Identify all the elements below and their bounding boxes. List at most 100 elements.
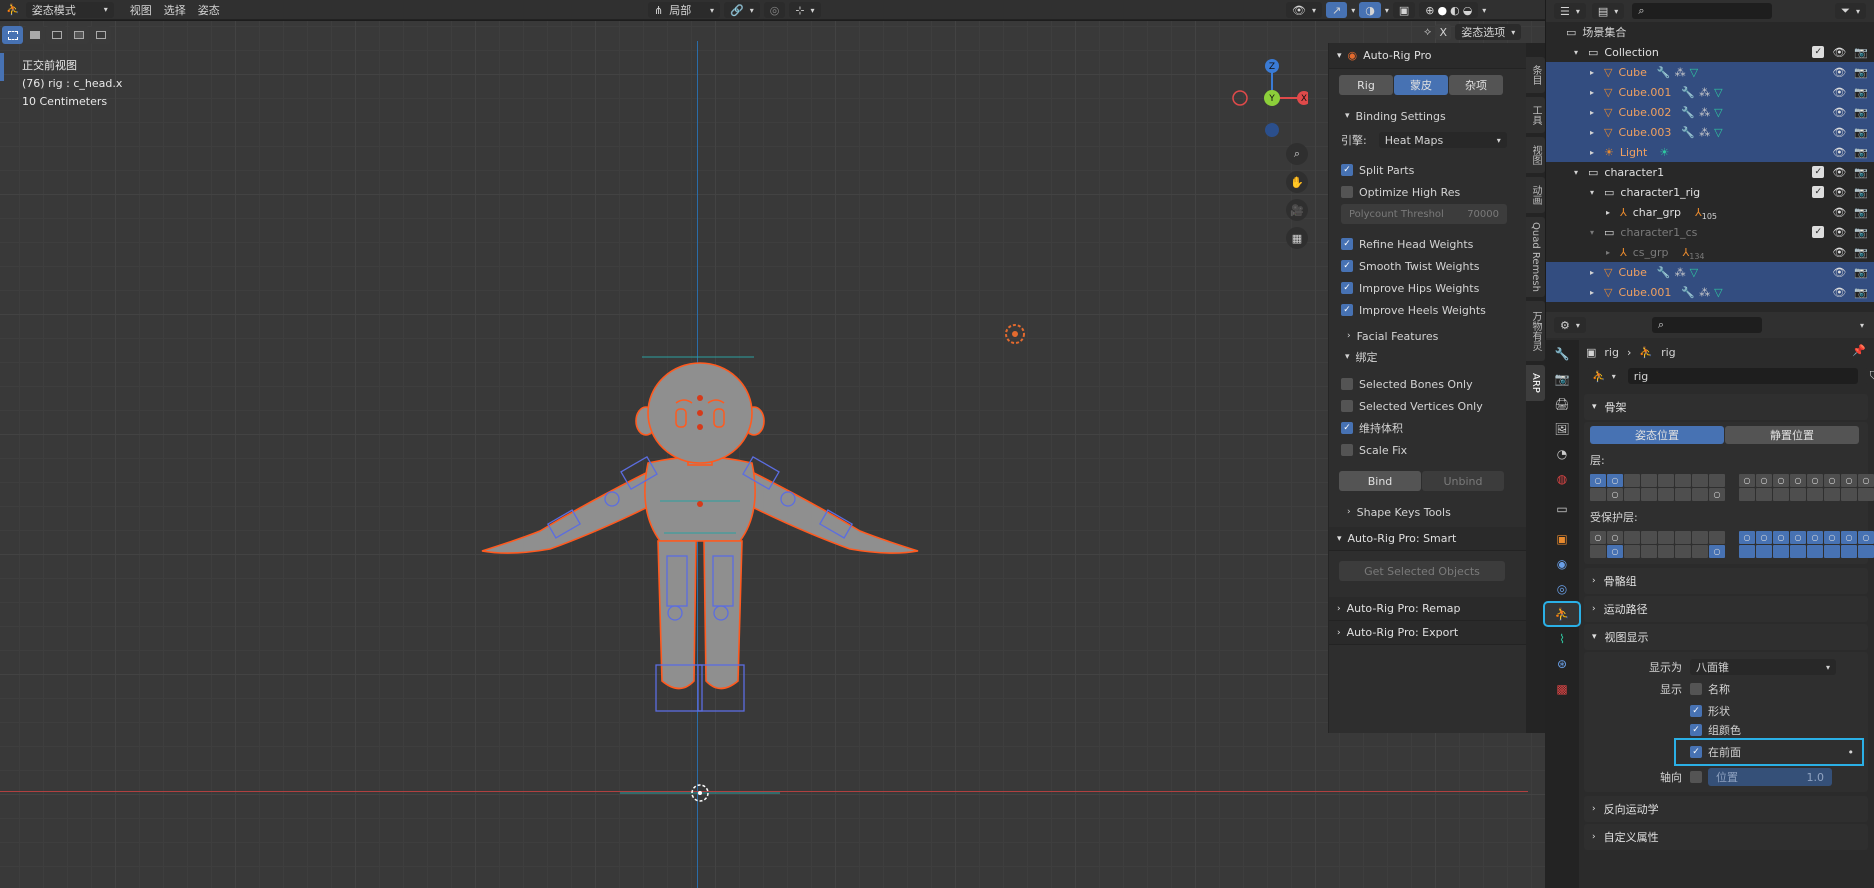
disclosure-icon[interactable]: ▸ (1590, 288, 1604, 297)
disclosure-icon[interactable]: ▸ (1590, 68, 1604, 77)
layer-cell[interactable] (1739, 545, 1755, 558)
layer-cell[interactable]: ○ (1773, 474, 1789, 487)
tab-quad-remesh[interactable]: Quad Remesh (1526, 217, 1545, 297)
tab-view[interactable]: 视图 (1526, 137, 1545, 173)
select-invert-icon[interactable] (68, 26, 89, 44)
improve-heels-checkbox[interactable]: ✓ Improve Heels Weights (1329, 299, 1526, 321)
properties-search[interactable]: ⌕ (1651, 317, 1762, 333)
gizmo-neg-x[interactable] (1232, 90, 1248, 106)
tool-tab-icon[interactable]: 🔧 (1550, 343, 1574, 365)
shape-keys-tools-header[interactable]: › Shape Keys Tools (1329, 501, 1526, 523)
arp-panel-header[interactable]: ▾ ◉ Auto-Rig Pro (1329, 43, 1526, 69)
layer-cell[interactable] (1675, 545, 1691, 558)
eye-icon[interactable]: 👁 (1832, 206, 1846, 219)
layer-cell[interactable] (1790, 545, 1806, 558)
optimize-high-res-checkbox[interactable]: Optimize High Res (1329, 181, 1526, 203)
view-layer-tab-icon[interactable]: 🖼 (1550, 418, 1574, 440)
selected-bones-only-checkbox[interactable]: Selected Bones Only (1329, 373, 1526, 395)
object-tab-icon[interactable]: ▣ (1550, 528, 1574, 550)
shading-buttons[interactable]: ⊕ ● ◐ ◒ (1419, 2, 1479, 18)
disclosure-icon[interactable]: ▸ (1590, 108, 1604, 117)
layer-cell[interactable] (1641, 545, 1657, 558)
menu-view[interactable]: 视图 (124, 1, 158, 19)
eye-icon[interactable]: 👁 (1832, 46, 1846, 59)
layer-cell[interactable] (1773, 545, 1789, 558)
engine-dropdown[interactable]: Heat Maps ▾ (1378, 132, 1507, 148)
eye-icon[interactable]: 👁 (1832, 166, 1846, 179)
scale-fix-checkbox[interactable]: Scale Fix (1329, 439, 1526, 461)
eye-icon[interactable]: 👁 (1832, 106, 1846, 119)
menu-pose[interactable]: 姿态 (192, 1, 226, 19)
collection-tab-icon[interactable]: ▭ (1550, 498, 1574, 520)
layer-cell[interactable]: ○ (1709, 545, 1725, 558)
visibility-dropdown[interactable]: 👁 ▾ (1286, 2, 1322, 18)
select-subtract-icon[interactable] (46, 26, 67, 44)
outliner-row[interactable]: ▾ ▭ Collection ✓ 👁 📷 (1546, 42, 1874, 62)
viewport-display-header[interactable]: ▾ 视图显示 (1584, 624, 1868, 650)
shapes-checkbox[interactable]: ✓ (1690, 705, 1702, 717)
eye-icon[interactable]: 👁 (1832, 226, 1846, 239)
3d-viewport[interactable]: 正交前视图 (76) rig : c_head.x 10 Centimeters… (0, 21, 1545, 888)
disclosure-icon[interactable]: ▾ (1590, 188, 1604, 197)
camera-icon[interactable]: 📷 (1854, 46, 1868, 59)
mirror-x-toggle[interactable]: X (1435, 24, 1452, 40)
protected-layers-grid[interactable]: ○ ○ ○ ○ ○ ○ ○ ○ ○ ○ ○ ○ (1590, 531, 1874, 558)
data-browse-dropdown[interactable]: ⛹ ▾ (1586, 368, 1622, 384)
outliner-row[interactable]: ▾ ▭ character1 ✓ 👁 📷 (1546, 162, 1874, 182)
exclude-checkbox[interactable]: ✓ (1812, 46, 1825, 58)
rest-position-button[interactable]: 静置位置 (1725, 426, 1859, 444)
overlay-toggle[interactable]: ◑ (1359, 2, 1381, 18)
display-as-dropdown[interactable]: 八面锥 ▾ (1690, 659, 1836, 675)
layer-cell[interactable] (1807, 488, 1823, 501)
pin-icon[interactable]: 📌 (1852, 344, 1866, 357)
selected-vertices-only-checkbox[interactable]: Selected Vertices Only (1329, 395, 1526, 417)
outliner-row[interactable]: ▸ ⅄ char_grp ⅄ 105 👁 📷 (1546, 202, 1874, 222)
outliner-row[interactable]: ▸ ▽ Cube.001 🔧 ⁂ ▽ 👁 📷 (1546, 282, 1874, 302)
select-box-icon[interactable] (2, 26, 23, 44)
layer-cell[interactable] (1692, 488, 1708, 501)
grid-icon[interactable]: ▦ (1286, 227, 1308, 249)
refine-head-checkbox[interactable]: ✓ Refine Head Weights (1329, 233, 1526, 255)
physics-tab-icon[interactable]: ◉ (1550, 553, 1574, 575)
layer-cell[interactable] (1641, 488, 1657, 501)
tab-animation[interactable]: 动画 (1526, 177, 1545, 213)
menu-select[interactable]: 选择 (158, 1, 192, 19)
pose-options-dropdown[interactable]: 姿态选项 ▾ (1455, 24, 1522, 40)
pan-hand-icon[interactable]: ✋ (1286, 171, 1308, 193)
preserve-volume-checkbox[interactable]: ✓ 维持体积 (1329, 417, 1526, 439)
layer-cell[interactable] (1756, 545, 1772, 558)
transform-affect-icon[interactable]: ⟡ (1424, 25, 1431, 39)
light-object[interactable] (1000, 319, 1030, 349)
layer-cell[interactable] (1692, 531, 1708, 544)
in-front-checkbox[interactable]: ✓ (1690, 746, 1702, 758)
pivot-dropdown[interactable]: 🔗 ▾ (724, 2, 760, 18)
outliner-row[interactable]: ▸ ▽ Cube.003 🔧 ⁂ ▽ 👁 📷 (1546, 122, 1874, 142)
camera-icon[interactable]: 📷 (1854, 206, 1868, 219)
scene-collection-row[interactable]: ▭ 场景集合 (1546, 22, 1874, 42)
layer-cell[interactable]: ○ (1756, 474, 1772, 487)
disclosure-icon[interactable]: ▸ (1590, 148, 1604, 157)
bind-button[interactable]: Bind (1339, 471, 1421, 491)
eye-icon[interactable]: 👁 (1832, 186, 1846, 199)
layer-cell[interactable]: ○ (1841, 531, 1857, 544)
keyframe-dot-icon[interactable]: • (1848, 746, 1855, 759)
texture-tab-icon[interactable]: ▩ (1550, 678, 1574, 700)
layers-grid[interactable]: ○ ○ ○ ○ ○ ○ ○ ○ ○ ○ ○ ○ (1590, 474, 1874, 501)
layer-cell[interactable] (1841, 545, 1857, 558)
eye-icon[interactable]: 👁 (1832, 146, 1846, 159)
layer-cell[interactable]: ○ (1590, 474, 1606, 487)
fake-user-button[interactable]: ⛉ (1863, 368, 1874, 384)
layer-cell[interactable]: ○ (1841, 474, 1857, 487)
camera-icon[interactable]: 🎥 (1286, 199, 1308, 221)
disclosure-icon[interactable]: ▸ (1590, 128, 1604, 137)
tab-wanwu[interactable]: 万物有灵 (1526, 301, 1545, 361)
camera-icon[interactable]: 📷 (1854, 246, 1868, 259)
layer-cell[interactable]: ○ (1773, 531, 1789, 544)
layer-cell[interactable] (1624, 545, 1640, 558)
pose-position-button[interactable]: 姿态位置 (1590, 426, 1724, 444)
names-checkbox[interactable] (1690, 683, 1702, 695)
layer-cell[interactable] (1624, 474, 1640, 487)
exclude-checkbox[interactable]: ✓ (1812, 166, 1825, 178)
bone-groups-header[interactable]: › 骨骼组 (1584, 568, 1868, 594)
disclosure-icon[interactable]: ▸ (1606, 248, 1620, 257)
